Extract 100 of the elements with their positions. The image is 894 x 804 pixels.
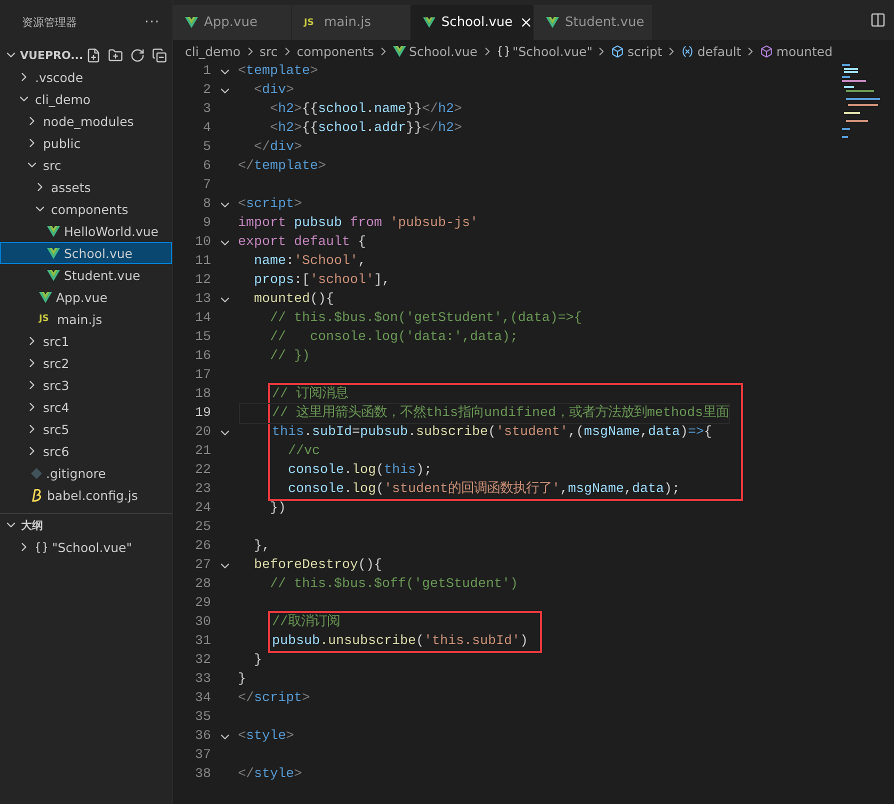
tree-item[interactable]: cli_demo [0, 88, 172, 110]
breadcrumb-item[interactable]: mounted [776, 44, 833, 58]
vue-icon [47, 270, 60, 280]
line-number: 10 [194, 235, 211, 250]
tree-item[interactable]: src6 [0, 440, 172, 462]
tree-item[interactable]: babel.config.js [0, 484, 172, 506]
line-number: 26 [194, 539, 211, 554]
cube-icon [760, 44, 774, 58]
line-number: 33 [194, 672, 211, 687]
line-number: 22 [194, 463, 211, 478]
code-line: beforeDestroy(){ [252, 557, 383, 575]
vue-icon [546, 17, 559, 28]
code-line: // this.$bus.$off('getStudent') [268, 576, 519, 594]
code-line: export default { [238, 234, 367, 252]
code-line: <h2>{{school.addr}}</h2> [268, 120, 463, 138]
editor-tab[interactable]: JS main.js [292, 5, 411, 40]
tree-item[interactable]: src3 [0, 374, 172, 396]
more-button[interactable]: ··· [144, 14, 160, 30]
breadcrumb-item[interactable]: default [697, 44, 742, 58]
code-line: name:'School', [252, 253, 367, 271]
code-line: <h2>{{school.name}}</h2> [268, 101, 463, 119]
code-line: console.log(this); [286, 462, 433, 480]
diamond-icon [31, 468, 42, 478]
cube-icon [611, 44, 624, 58]
line-number: 2 [202, 83, 211, 98]
code-line: <script> [238, 196, 303, 214]
vue-icon [47, 248, 60, 258]
section-title[interactable]: 大纲 [21, 518, 172, 532]
breadcrumb-item[interactable]: cli_demo [185, 44, 241, 58]
tree-item[interactable]: Student.vue [0, 264, 172, 286]
line-number: 18 [194, 387, 211, 402]
code-line: <template> [238, 63, 319, 81]
code-line: // 这里用箭头函数，不然this指向undifined，或者方法放到methods里面 [240, 404, 729, 423]
code-line: } [238, 671, 247, 689]
code-line: // this.$bus.$on('getStudent',(data)=>{ [268, 310, 583, 328]
braces-icon [35, 540, 48, 554]
file-type-label: JS [304, 18, 315, 28]
split-editor-icon[interactable] [870, 12, 886, 28]
code-line: // console.log('data:',data); [268, 329, 519, 347]
line-number: 28 [194, 577, 211, 592]
line-number: 5 [202, 140, 211, 155]
code-line: </script> [238, 690, 311, 708]
editor-tab[interactable]: Student.vue [534, 5, 653, 40]
tree-item[interactable]: components [0, 198, 172, 220]
code-line: } [252, 652, 263, 670]
tree-item[interactable]: src [0, 154, 172, 176]
code-line: this.subId=pubsub.subscribe('student',(msgName,data)=>{ [270, 424, 713, 442]
code-line: import pubsub from 'pubsub-js' [238, 215, 479, 233]
code-line: console.log('student的回调函数执行了',msgName,data); [286, 480, 681, 499]
tree-item[interactable]: src1 [0, 330, 172, 352]
tree-item[interactable]: App.vue [0, 286, 172, 308]
line-number: 16 [194, 349, 211, 364]
tree-item[interactable]: node_modules [0, 110, 172, 132]
line-number: 23 [194, 482, 211, 497]
code-line: pubsub.unsubscribe('this.subId') [270, 633, 528, 651]
breadcrumb-item[interactable]: "School.vue" [512, 44, 592, 58]
code-line: //vc [286, 443, 321, 461]
tree-item[interactable]: JS main.js [0, 308, 172, 330]
sidebar-title: 资源管理器 [22, 14, 77, 30]
breadcrumb-item[interactable]: School.vue [409, 44, 478, 58]
line-number: 38 [194, 767, 211, 782]
braces-icon [496, 44, 510, 58]
tree-item[interactable]: .gitignore [0, 462, 172, 484]
code-line: </div> [252, 139, 303, 157]
tree-item[interactable]: src5 [0, 418, 172, 440]
new-folder-icon[interactable] [108, 48, 123, 62]
outline-item[interactable]: "School.vue" [0, 536, 172, 558]
line-number: 12 [194, 273, 211, 288]
tree-item[interactable]: src4 [0, 396, 172, 418]
code-line: // 订阅消息 [270, 385, 349, 404]
tree-item[interactable]: HelloWorld.vue [0, 220, 172, 242]
tree-item[interactable]: public [0, 132, 172, 154]
new-file-icon[interactable] [86, 48, 101, 62]
section-title[interactable]: VUEPRO... [20, 48, 84, 62]
editor-tab[interactable]: School.vue [411, 5, 534, 40]
line-number: 37 [194, 748, 211, 763]
line-number: 17 [194, 368, 211, 383]
line-number: 7 [202, 178, 211, 193]
vue-icon [423, 17, 436, 28]
line-number: 8 [202, 197, 211, 212]
tree-item[interactable]: .vscode [0, 66, 172, 88]
line-number: 20 [194, 425, 211, 440]
breadcrumb-item[interactable]: script [627, 44, 662, 58]
line-number: 6 [202, 159, 211, 174]
breadcrumb-item[interactable]: src [260, 44, 278, 58]
line-number: 30 [194, 615, 211, 630]
line-number: 1 [202, 64, 211, 79]
tree-item[interactable]: src2 [0, 352, 172, 374]
collapse-icon[interactable] [152, 48, 167, 62]
line-number: 14 [194, 311, 211, 326]
code-line: </template> [238, 158, 327, 176]
line-number: 13 [194, 292, 211, 307]
editor-tab[interactable]: App.vue [173, 5, 292, 40]
breadcrumb-item[interactable]: components [296, 44, 374, 58]
line-number: 29 [194, 596, 211, 611]
line-number: 36 [194, 729, 211, 744]
refresh-icon[interactable] [130, 48, 145, 62]
code-line: //取消订阅 [270, 613, 341, 632]
tree-item[interactable]: assets [0, 176, 172, 198]
tree-item[interactable]: School.vue [0, 242, 172, 264]
